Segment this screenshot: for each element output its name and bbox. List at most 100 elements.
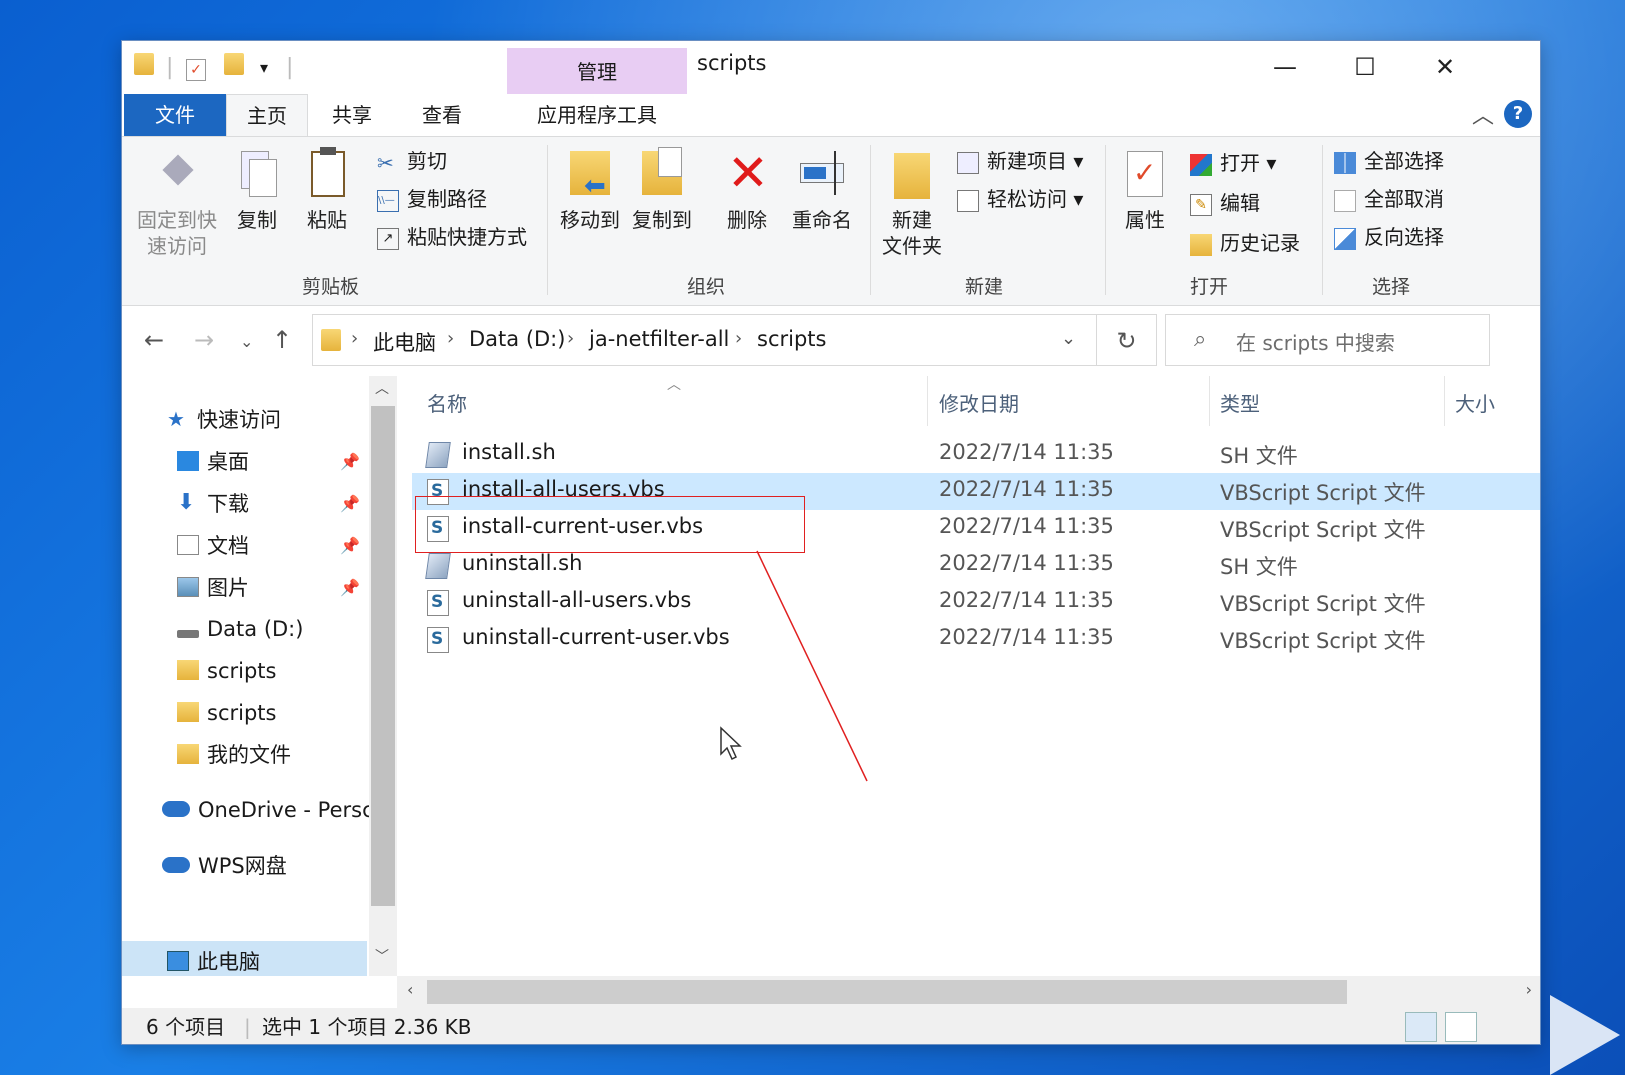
ribbon-separator	[1322, 145, 1323, 295]
search-placeholder: 在 scripts 中搜索	[1236, 331, 1395, 355]
scroll-left-icon[interactable]: ‹	[407, 980, 413, 999]
forward-arrow-icon[interactable]: →	[194, 326, 214, 354]
open-button[interactable]: 打开 ▾	[1190, 147, 1276, 179]
cloud-icon	[162, 857, 190, 873]
star-icon: ★	[167, 407, 185, 431]
scroll-right-icon[interactable]: ›	[1526, 980, 1532, 999]
new-folder-quick-icon[interactable]	[224, 53, 244, 83]
copy-to-button[interactable]: 复制到	[627, 147, 697, 233]
paste-icon	[303, 147, 351, 203]
select-all-icon	[1334, 151, 1356, 174]
properties-button[interactable]: ✓ 属性	[1115, 147, 1175, 233]
maximize-button[interactable]: ☐	[1330, 49, 1400, 85]
new-folder-icon	[888, 147, 936, 203]
delete-button[interactable]: ✕ 删除	[717, 147, 777, 233]
up-arrow-icon[interactable]: ↑	[272, 326, 292, 354]
nav-item-scripts-2[interactable]: scripts	[177, 695, 276, 731]
new-item-button[interactable]: 新建项目 ▾	[957, 145, 1083, 177]
collapse-ribbon-icon[interactable]: ︿	[1472, 98, 1494, 130]
select-all-button[interactable]: 全部选择	[1334, 145, 1444, 177]
pin-icon[interactable]: 📌	[340, 452, 360, 471]
computer-icon	[167, 951, 189, 971]
nav-onedrive[interactable]: OneDrive - Persc	[162, 792, 369, 828]
details-view-icon[interactable]	[1405, 1012, 1437, 1042]
nav-item-downloads[interactable]: ⬇ 下载	[177, 486, 249, 522]
scroll-down-icon[interactable]: ﹀	[375, 946, 389, 966]
tab-view[interactable]: 查看	[402, 94, 482, 136]
address-bar[interactable]: › 此电脑 › Data (D:) › ja-netfilter-all › s…	[312, 314, 1097, 366]
desktop-icon	[177, 451, 199, 471]
tab-app-tools[interactable]: 应用程序工具	[507, 94, 687, 136]
nav-item-my-files[interactable]: 我的文件	[177, 737, 291, 773]
nav-quick-access[interactable]: ★ 快速访问	[167, 402, 281, 438]
easy-access-button[interactable]: 轻松访问 ▾	[957, 183, 1083, 215]
back-arrow-icon[interactable]: ←	[144, 326, 164, 354]
breadcrumb-data-drive[interactable]: Data (D:)	[469, 327, 565, 351]
tab-file[interactable]: 文件	[124, 94, 226, 136]
nav-scroll-thumb[interactable]	[371, 406, 395, 906]
new-folder-button[interactable]: 新建 文件夹	[877, 147, 947, 259]
tab-home[interactable]: 主页	[226, 94, 308, 136]
play-overlay-icon	[1550, 995, 1620, 1075]
rename-icon	[798, 147, 846, 203]
move-to-icon: ⬅	[566, 147, 614, 203]
nav-item-documents[interactable]: 文档	[177, 528, 249, 564]
nav-item-scripts[interactable]: scripts	[177, 653, 276, 689]
breadcrumb-this-pc[interactable]: 此电脑	[373, 327, 436, 357]
tab-manage-context[interactable]: 管理	[507, 48, 687, 94]
invert-selection-icon	[1334, 227, 1356, 250]
chevron-right-icon: ›	[351, 328, 359, 349]
search-input[interactable]: ⌕ 在 scripts 中搜索	[1165, 314, 1490, 366]
paste-button[interactable]: 粘贴	[297, 147, 357, 233]
pin-to-quick-access-button[interactable]: 固定到快 速访问	[132, 147, 222, 259]
new-item-icon	[957, 151, 979, 174]
properties-quick-icon[interactable]: ✓	[186, 53, 206, 83]
pin-icon[interactable]: 📌	[340, 578, 360, 597]
tab-share[interactable]: 共享	[312, 94, 392, 136]
file-list: 名称 ︿ 修改日期 类型 大小 install.sh 2022/7/14 11:3…	[397, 376, 1540, 976]
rename-button[interactable]: 重命名	[787, 147, 857, 233]
chevron-down-icon[interactable]: ⌄	[1061, 328, 1076, 349]
pin-icon[interactable]: 📌	[340, 536, 360, 555]
invert-selection-button[interactable]: 反向选择	[1334, 221, 1444, 253]
clipboard-group-label: 剪贴板	[302, 276, 360, 298]
help-icon[interactable]: ?	[1504, 100, 1532, 128]
open-icon	[1190, 153, 1212, 176]
recent-dropdown-icon[interactable]: ⌄	[240, 332, 253, 351]
nav-wps[interactable]: WPS网盘	[162, 848, 287, 884]
nav-item-pictures[interactable]: 图片	[177, 570, 249, 606]
ribbon-separator	[1105, 145, 1106, 295]
nav-item-data-drive[interactable]: Data (D:)	[177, 611, 303, 647]
nav-this-pc[interactable]: 此电脑	[167, 944, 260, 976]
nav-scrollbar[interactable]: ︿ ﹀	[369, 376, 397, 976]
folder-icon	[177, 660, 199, 680]
horizontal-scrollbar[interactable]: ‹ ›	[397, 976, 1540, 1008]
scissors-icon: ✂	[377, 150, 394, 175]
breadcrumb-scripts[interactable]: scripts	[757, 327, 826, 351]
window-title: scripts	[697, 51, 767, 75]
copy-path-icon: \\—	[377, 189, 399, 212]
annotation-arrow	[756, 550, 868, 782]
nav-item-desktop[interactable]: 桌面	[177, 444, 249, 480]
minimize-button[interactable]: —	[1250, 49, 1320, 85]
cut-button[interactable]: ✂ 剪切	[377, 145, 447, 177]
history-button[interactable]: 历史记录	[1190, 227, 1300, 259]
breadcrumb-ja-netfilter[interactable]: ja-netfilter-all	[589, 327, 729, 351]
select-none-button[interactable]: 全部取消	[1334, 183, 1444, 215]
edit-button[interactable]: ✎ 编辑	[1190, 187, 1260, 219]
horizontal-scroll-thumb[interactable]	[427, 980, 1347, 1004]
chevron-right-icon: ›	[567, 328, 575, 349]
pin-icon[interactable]: 📌	[340, 494, 360, 513]
move-to-button[interactable]: ⬅ 移动到	[555, 147, 625, 233]
qa-divider: |	[166, 55, 174, 80]
select-none-icon	[1334, 189, 1356, 212]
large-icons-view-icon[interactable]	[1445, 1012, 1477, 1042]
scroll-up-icon[interactable]: ︿	[375, 378, 389, 398]
edit-icon: ✎	[1190, 193, 1212, 216]
copy-button[interactable]: 复制	[227, 147, 287, 233]
paste-shortcut-button[interactable]: ↗ 粘贴快捷方式	[377, 221, 527, 253]
close-button[interactable]: ✕	[1410, 49, 1480, 85]
refresh-icon[interactable]: ↻	[1097, 314, 1157, 366]
copy-path-button[interactable]: \\— 复制路径	[377, 183, 487, 215]
qa-dropdown-icon[interactable]: ▾	[260, 53, 268, 83]
